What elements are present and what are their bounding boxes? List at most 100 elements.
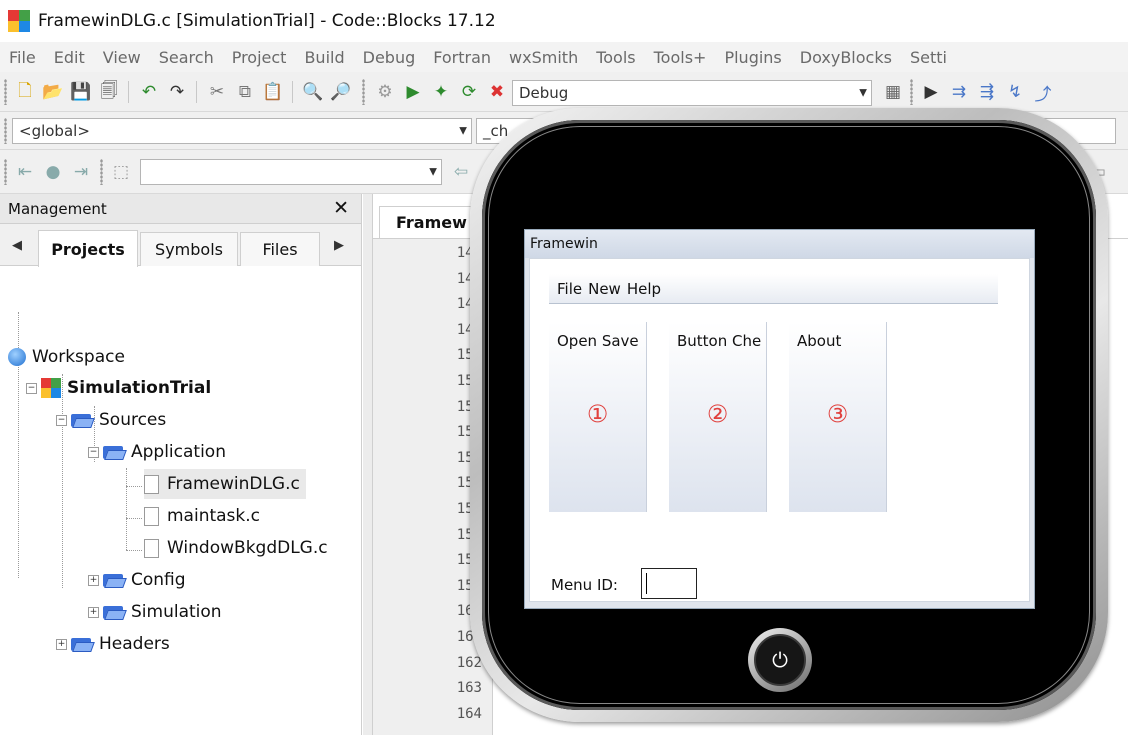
framewin-title-bar[interactable]: Framewin	[525, 230, 1034, 258]
menu-debug[interactable]: Debug	[354, 48, 425, 67]
undo-icon[interactable]: ↶	[136, 79, 162, 105]
jump-forward-icon[interactable]: ⇥	[68, 159, 94, 185]
open-file-icon[interactable]: 📂	[40, 79, 66, 105]
tree-item-config[interactable]: + Config	[88, 565, 186, 595]
build-gear-icon[interactable]: ⚙	[372, 79, 398, 105]
scope-value: <global>	[19, 122, 90, 140]
next-line-icon[interactable]: ⇶	[974, 79, 1000, 105]
tree-connector	[126, 486, 142, 487]
abort-icon[interactable]: ✖	[484, 79, 510, 105]
expand-icon[interactable]: +	[88, 606, 99, 618]
sim-submenu-file[interactable]: Open Save ①	[549, 322, 647, 512]
menu-search[interactable]: Search	[150, 48, 223, 67]
back-arrow-icon[interactable]: ⇦	[448, 159, 474, 185]
sim-menu-new[interactable]: New	[588, 280, 621, 298]
toolbar-grip[interactable]	[362, 79, 365, 105]
menu-id-input[interactable]	[641, 568, 697, 599]
toolbar-grip[interactable]	[910, 79, 913, 105]
title-bar: FramewinDLG.c [SimulationTrial] - Code::…	[0, 0, 1128, 42]
menu-plugins[interactable]: Plugins	[715, 48, 790, 67]
toolbar-grip[interactable]	[100, 159, 103, 185]
run-to-cursor-icon[interactable]: ⇉	[946, 79, 972, 105]
paste-icon[interactable]: 📋	[260, 79, 286, 105]
menu-build[interactable]: Build	[295, 48, 353, 67]
rebuild-icon[interactable]: ⟳	[456, 79, 482, 105]
expand-icon[interactable]: +	[56, 638, 67, 650]
collapse-icon[interactable]: −	[26, 382, 37, 394]
tab-scroll-right-icon[interactable]: ▶	[334, 238, 344, 253]
save-all-icon[interactable]: 🗐	[96, 79, 122, 105]
tree-item-application[interactable]: − Application	[88, 437, 226, 467]
tag-icon[interactable]: ⬚	[108, 159, 134, 185]
menu-wxsmith[interactable]: wxSmith	[500, 48, 587, 67]
target-options-icon[interactable]: ▦	[880, 79, 906, 105]
save-icon[interactable]: 💾	[68, 79, 94, 105]
toolbar-grip[interactable]	[4, 79, 7, 105]
menu-tools[interactable]: Tools	[587, 48, 644, 67]
tree-item-project[interactable]: − SimulationTrial	[26, 373, 211, 403]
build-target-select[interactable]: Debug ▼	[512, 80, 872, 106]
collapse-icon[interactable]: −	[56, 414, 67, 426]
tree-item-file[interactable]: FramewinDLG.c	[144, 469, 306, 499]
tree-item-file[interactable]: WindowBkgdDLG.c	[144, 533, 328, 563]
collapse-icon[interactable]: −	[88, 446, 99, 458]
tree-connector	[126, 550, 142, 551]
tree-item-simulation[interactable]: + Simulation	[88, 597, 222, 627]
submenu-label: Open Save	[557, 332, 639, 350]
sim-submenu-new[interactable]: Button Che ②	[669, 322, 767, 512]
power-button[interactable]: ⏻	[748, 628, 812, 692]
toolbar-grip[interactable]	[4, 118, 7, 144]
file-label: WindowBkgdDLG.c	[167, 538, 328, 558]
copy-icon[interactable]: ⧉	[232, 79, 258, 105]
simulation-label: Simulation	[131, 602, 222, 622]
toolbar-separator	[292, 81, 293, 103]
tab-scroll-left-icon[interactable]: ◀	[12, 238, 22, 253]
menu-tools-plus[interactable]: Tools+	[645, 48, 716, 67]
editor-splitter[interactable]	[363, 194, 373, 735]
sim-menu-file[interactable]: File	[557, 280, 582, 298]
new-file-icon[interactable]: 🗋	[12, 79, 38, 105]
menu-doxyblocks[interactable]: DoxyBlocks	[791, 48, 901, 67]
menu-file[interactable]: File	[0, 48, 45, 67]
find-icon[interactable]: 🔍	[300, 79, 326, 105]
chevron-down-icon[interactable]: ▼	[859, 88, 867, 99]
tree-item-sources[interactable]: − Sources	[56, 405, 166, 435]
debug-run-icon[interactable]: ▶	[918, 79, 944, 105]
menu-edit[interactable]: Edit	[45, 48, 94, 67]
redo-icon[interactable]: ↷	[164, 79, 190, 105]
tab-symbols[interactable]: Symbols	[140, 232, 238, 266]
tree-item-workspace[interactable]: Workspace	[8, 342, 125, 372]
application-label: Application	[131, 442, 226, 462]
menu-view[interactable]: View	[94, 48, 150, 67]
line-number: 164	[456, 705, 482, 722]
close-icon[interactable]: ✕	[333, 197, 349, 219]
menu-fortran[interactable]: Fortran	[424, 48, 500, 67]
chevron-down-icon[interactable]: ▼	[459, 126, 467, 137]
cut-icon[interactable]: ✂	[204, 79, 230, 105]
step-out-icon[interactable]: ⤴	[1030, 79, 1056, 105]
menu-project[interactable]: Project	[223, 48, 296, 67]
tab-projects[interactable]: Projects	[38, 230, 138, 267]
expand-icon[interactable]: +	[88, 574, 99, 586]
window-title: FramewinDLG.c [SimulationTrial] - Code::…	[38, 11, 496, 31]
bookmark-icon[interactable]: ●	[40, 159, 66, 185]
tab-files[interactable]: Files	[240, 232, 320, 266]
text-caret	[646, 573, 647, 594]
scope-select[interactable]: <global> ▼	[12, 118, 472, 144]
build-and-run-icon[interactable]: ✦	[428, 79, 454, 105]
sim-menu-help[interactable]: Help	[627, 280, 661, 298]
sim-submenu-help[interactable]: About ③	[789, 322, 887, 512]
menu-bar: File Edit View Search Project Build Debu…	[0, 42, 1128, 72]
jump-back-icon[interactable]: ⇤	[12, 159, 38, 185]
chevron-down-icon[interactable]: ▼	[429, 167, 437, 178]
step-into-icon[interactable]: ↯	[1002, 79, 1028, 105]
file-icon	[144, 506, 159, 526]
menu-settings[interactable]: Setti	[901, 48, 956, 67]
main-toolbar: 🗋 📂 💾 🗐 ↶ ↷ ✂ ⧉ 📋 🔍 🔎 ⚙ ▶ ✦ ⟳ ✖ Debug ▼ …	[0, 72, 1128, 112]
run-icon[interactable]: ▶	[400, 79, 426, 105]
replace-icon[interactable]: 🔎	[328, 79, 354, 105]
toolbar-grip[interactable]	[4, 159, 7, 185]
tree-item-headers[interactable]: + Headers	[56, 629, 170, 659]
tree-item-file[interactable]: maintask.c	[144, 501, 260, 531]
search-combo[interactable]: ▼	[140, 159, 442, 185]
